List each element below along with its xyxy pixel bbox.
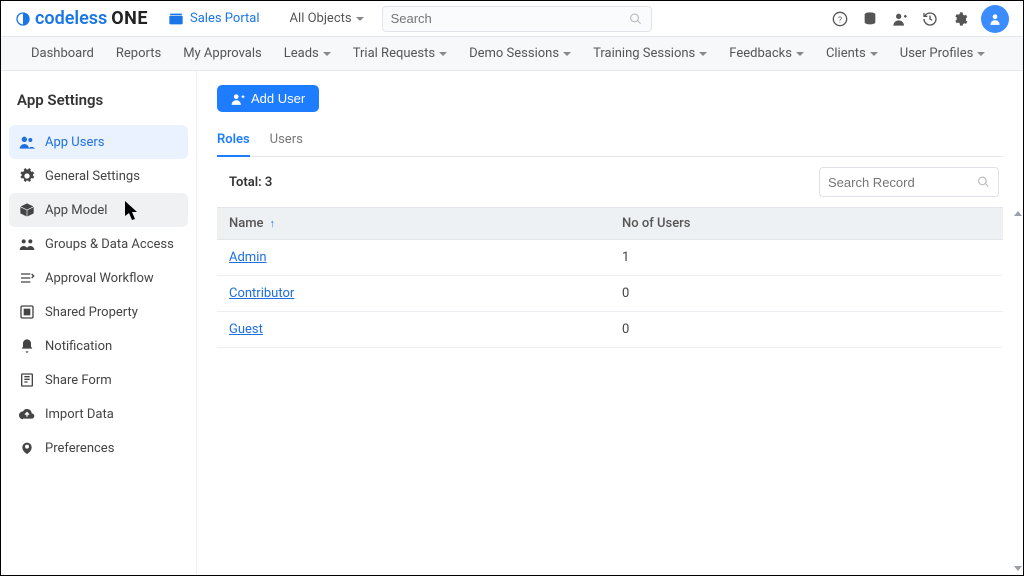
gear-icon [19, 168, 35, 184]
sidebar-item-label: Import Data [45, 407, 114, 422]
history-icon[interactable] [921, 10, 939, 28]
object-selector-label: All Objects [290, 11, 352, 26]
roles-table: Name↑ No of Users Admin1Contributor0Gues… [217, 207, 1003, 348]
scrollbar[interactable] [1013, 211, 1023, 571]
sidebar-item-approval-workflow[interactable]: Approval Workflow [9, 261, 188, 295]
nav-feedbacks[interactable]: Feedbacks [729, 46, 804, 61]
nav-clients[interactable]: Clients [826, 46, 878, 61]
form-icon [19, 372, 35, 388]
table-row: Guest 0 [217, 312, 1003, 348]
role-link[interactable]: Admin [229, 250, 267, 265]
col-count[interactable]: No of Users [610, 208, 1003, 240]
sidebar-item-preferences[interactable]: Preferences [9, 431, 188, 465]
sidebar-item-label: Shared Property [45, 305, 138, 320]
role-count: 1 [610, 240, 1003, 276]
nav-dashboard[interactable]: Dashboard [31, 46, 94, 61]
search-icon [977, 175, 990, 189]
nav-my-approvals[interactable]: My Approvals [183, 46, 262, 61]
global-search-input[interactable] [391, 11, 630, 26]
sidebar-item-label: General Settings [45, 169, 140, 184]
table-row: Contributor 0 [217, 276, 1003, 312]
sidebar-title: App Settings [9, 87, 188, 125]
nav-user-profiles[interactable]: User Profiles [900, 46, 986, 61]
col-name[interactable]: Name↑ [217, 208, 610, 240]
cloud-upload-icon [19, 406, 35, 422]
role-count: 0 [610, 276, 1003, 312]
sidebar-item-import-data[interactable]: Import Data [9, 397, 188, 431]
role-link[interactable]: Contributor [229, 286, 294, 301]
search-icon [629, 12, 642, 26]
sidebar-item-groups-data-access[interactable]: Groups & Data Access [9, 227, 188, 261]
role-link[interactable]: Guest [229, 322, 263, 337]
cube-icon [19, 202, 35, 218]
caret-down-icon [870, 52, 878, 56]
caret-down-icon [439, 52, 447, 56]
sidebar-item-shared-property[interactable]: Shared Property [9, 295, 188, 329]
sidebar-item-label: Preferences [45, 441, 114, 456]
sidebar-item-general-settings[interactable]: General Settings [9, 159, 188, 193]
tab-roles[interactable]: Roles [217, 126, 250, 157]
main-nav: Dashboard Reports My Approvals Leads Trial R… [1, 37, 1023, 71]
sidebar-item-label: App Model [45, 203, 107, 218]
sidebar-item-label: Groups & Data Access [45, 237, 174, 252]
nav-trial-requests[interactable]: Trial Requests [353, 46, 447, 61]
caret-down-icon [796, 52, 804, 56]
object-selector[interactable]: All Objects [284, 7, 370, 30]
scroll-up-icon [1014, 211, 1022, 216]
app-logo[interactable]: codelessONE [15, 8, 148, 29]
users-icon [19, 134, 35, 150]
content-panel: Add User Roles Users Total: 3 Name↑ No of… [197, 71, 1023, 575]
table-row: Admin 1 [217, 240, 1003, 276]
nav-leads[interactable]: Leads [284, 46, 331, 61]
user-plus-icon [231, 92, 245, 106]
scroll-down-icon [1014, 566, 1022, 571]
nav-demo-sessions[interactable]: Demo Sessions [469, 46, 571, 61]
portal-selector[interactable]: Sales Portal [168, 11, 260, 27]
caret-down-icon [977, 52, 985, 56]
add-user-label: Add User [251, 91, 305, 106]
record-search[interactable] [819, 167, 999, 197]
user-add-icon[interactable] [891, 10, 909, 28]
avatar[interactable] [981, 5, 1009, 33]
groups-icon [19, 236, 35, 252]
sidebar-item-app-model[interactable]: App Model [9, 193, 188, 227]
property-icon [19, 304, 35, 320]
database-icon[interactable] [861, 10, 879, 28]
sidebar-item-label: Notification [45, 339, 112, 354]
sidebar-item-label: App Users [45, 135, 104, 150]
help-icon[interactable]: ? [831, 10, 849, 28]
tab-users[interactable]: Users [270, 126, 303, 156]
caret-down-icon [356, 17, 364, 21]
sidebar: App Settings App Users General Settings Ap… [1, 71, 197, 575]
caret-down-icon [323, 52, 331, 56]
workflow-icon [19, 270, 35, 286]
caret-down-icon [563, 52, 571, 56]
gear-icon[interactable] [951, 10, 969, 28]
total-count: Total: 3 [229, 175, 272, 190]
sidebar-item-share-form[interactable]: Share Form [9, 363, 188, 397]
preferences-icon [19, 440, 35, 456]
logo-text-suffix: ONE [111, 8, 148, 29]
nav-training-sessions[interactable]: Training Sessions [593, 46, 707, 61]
logo-text-prefix: codeless [35, 8, 107, 29]
caret-down-icon [699, 52, 707, 56]
sidebar-item-label: Share Form [45, 373, 112, 388]
sidebar-item-app-users[interactable]: App Users [9, 125, 188, 159]
portal-name: Sales Portal [190, 11, 260, 26]
svg-text:?: ? [838, 15, 842, 25]
sort-asc-icon: ↑ [270, 217, 276, 230]
global-search[interactable] [382, 6, 652, 32]
bell-icon [19, 338, 35, 354]
record-search-input[interactable] [828, 175, 977, 190]
sidebar-item-label: Approval Workflow [45, 271, 154, 286]
sidebar-item-notification[interactable]: Notification [9, 329, 188, 363]
nav-reports[interactable]: Reports [116, 46, 161, 61]
role-count: 0 [610, 312, 1003, 348]
add-user-button[interactable]: Add User [217, 85, 319, 112]
